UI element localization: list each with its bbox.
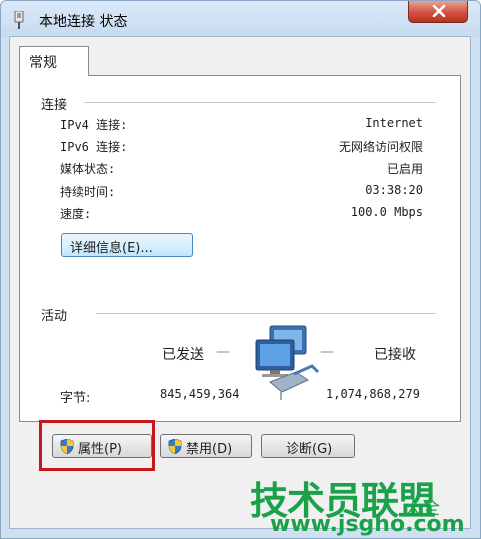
ipv6-value: 无网络访问权限	[338, 140, 423, 154]
ipv4-value: Internet	[365, 116, 423, 130]
disable-button[interactable]: 禁用(D)	[160, 434, 252, 458]
close-icon	[432, 5, 446, 17]
speed-label: 速度:	[60, 207, 92, 221]
window-title: 本地连接 状态	[39, 14, 128, 30]
ipv6-label: IPv6 连接:	[60, 140, 128, 154]
diagnose-button[interactable]: 诊断(G)	[261, 434, 355, 458]
ipv4-label: IPv4 连接:	[60, 118, 128, 132]
bytes-label: 字节:	[60, 391, 91, 406]
network-computers-icon	[255, 325, 320, 400]
diagnose-button-label: 诊断(G)	[286, 442, 333, 457]
bytes-received-value: 1,074,868,279	[326, 387, 420, 401]
disable-button-label: 禁用(D)	[186, 442, 233, 457]
watermark-side-text: 大全	[404, 498, 440, 519]
received-label: 已接收	[374, 347, 416, 363]
connection-section-title: 连接	[41, 98, 68, 113]
activity-divider	[96, 313, 436, 314]
title-bar[interactable]: 本地连接 状态	[1, 1, 480, 37]
details-button[interactable]: 详细信息(E)...	[61, 233, 193, 257]
details-button-label: 详细信息(E)...	[70, 241, 153, 256]
uac-shield-icon	[168, 439, 182, 454]
speed-value: 100.0 Mbps	[350, 205, 423, 219]
sent-dash: —	[216, 344, 230, 360]
duration-value: 03:38:20	[365, 183, 423, 197]
tab-general-label: 常规	[29, 55, 57, 71]
media-state-value: 已启用	[386, 162, 423, 176]
bytes-sent-value: 845,459,364	[160, 387, 240, 401]
duration-label: 持续时间:	[60, 185, 116, 199]
media-state-label: 媒体状态:	[60, 162, 116, 176]
tab-general[interactable]: 常规	[19, 46, 89, 76]
connection-divider	[84, 102, 436, 103]
highlight-box	[39, 420, 155, 471]
activity-section-title: 活动	[41, 309, 68, 324]
sent-label: 已发送	[162, 347, 204, 363]
network-adapter-icon	[14, 11, 24, 29]
close-button[interactable]	[408, 1, 468, 23]
